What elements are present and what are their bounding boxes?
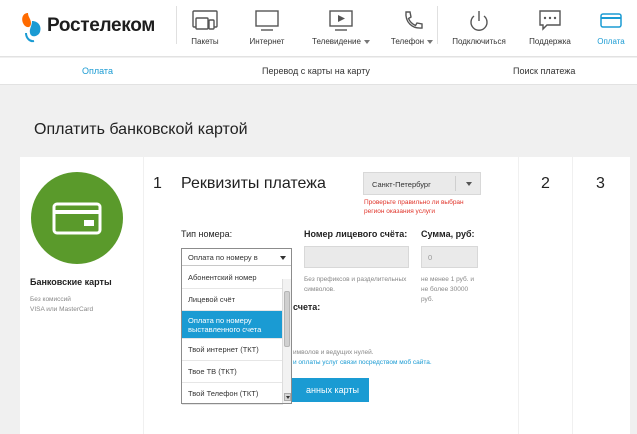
step3-panel: 3 bbox=[573, 157, 630, 434]
number-type-label: Тип номера: bbox=[181, 229, 233, 239]
header-divider bbox=[176, 6, 177, 44]
select-divider bbox=[455, 176, 456, 191]
step-number: 2 bbox=[541, 175, 550, 192]
scrollbar-thumb[interactable] bbox=[284, 291, 290, 347]
site-header: Ростелеком Пакеты Интернет Телевидение Т… bbox=[0, 0, 637, 57]
phone-icon bbox=[397, 0, 427, 34]
chat-icon bbox=[535, 0, 565, 34]
logo-text: Ростелеком bbox=[47, 15, 156, 36]
dropdown-current-value[interactable]: Оплата по номеру в bbox=[182, 249, 291, 266]
tv-icon bbox=[326, 0, 356, 34]
chevron-down-icon bbox=[280, 256, 286, 260]
dropdown-option[interactable]: Абонентский номер bbox=[182, 267, 283, 289]
dropdown-options: Абонентский номер Лицевой счёт Оплата по… bbox=[182, 267, 283, 405]
dropdown-option-selected[interactable]: Оплата по номеру выставленного счета bbox=[182, 311, 283, 339]
power-icon bbox=[464, 0, 494, 34]
nav-television[interactable]: Телевидение bbox=[310, 0, 372, 57]
step-number: 3 bbox=[596, 175, 605, 192]
nav-payment[interactable]: Оплата bbox=[593, 0, 629, 57]
bank-cards-subtitle: Без комиссий VISA или MasterCard bbox=[30, 296, 94, 313]
chevron-down-icon bbox=[427, 39, 434, 44]
nav-support[interactable]: Поддержка bbox=[525, 0, 575, 57]
partial-hint: имволов и ведущих нулей. bbox=[293, 349, 374, 356]
region-select[interactable]: Санкт-Петербург bbox=[363, 172, 481, 195]
bank-card-icon bbox=[31, 172, 123, 264]
sum-input[interactable]: 0 bbox=[421, 246, 478, 268]
sub-navigation: Оплата Перевод с карты на карту Поиск пл… bbox=[0, 58, 637, 85]
step-number: 1 bbox=[153, 175, 162, 192]
account-number-label: Номер лицевого счёта: bbox=[304, 229, 408, 239]
page-title: Оплатить банковской картой bbox=[34, 121, 248, 138]
nav-connect[interactable]: Подключиться bbox=[449, 0, 509, 57]
sum-hint: не менее 1 руб. и не более 30000 руб. bbox=[421, 276, 474, 303]
card-icon bbox=[596, 0, 626, 34]
step-title: Реквизиты платежа bbox=[181, 175, 326, 192]
step2-panel: 2 bbox=[519, 157, 572, 434]
bank-cards-title: Банковские карты bbox=[30, 277, 112, 287]
sum-label: Сумма, руб: bbox=[421, 229, 475, 239]
dropdown-option[interactable]: Твое ТВ (ТКТ) bbox=[182, 361, 283, 383]
chevron-down-icon bbox=[466, 182, 472, 186]
monitor-icon bbox=[252, 0, 282, 34]
account-hint: Без префиксов и разделительных символов. bbox=[304, 276, 407, 293]
payment-method-panel: Банковские карты Без комиссий VISA или M… bbox=[20, 157, 143, 434]
nav-internet[interactable]: Интернет bbox=[245, 0, 289, 57]
nav-packages[interactable]: Пакеты bbox=[186, 0, 224, 57]
dropdown-option[interactable]: Лицевой счёт bbox=[182, 289, 283, 311]
chevron-down-icon bbox=[363, 39, 370, 44]
subnav-payment-search[interactable]: Поиск платежа bbox=[513, 66, 575, 76]
header-divider bbox=[437, 6, 438, 44]
account-number-input[interactable] bbox=[304, 246, 409, 268]
region-warning: Проверьте правильно ли выбран регион ока… bbox=[364, 199, 464, 215]
scroll-down-icon[interactable] bbox=[284, 393, 291, 401]
number-type-dropdown[interactable]: Оплата по номеру в Абонентский номер Лиц… bbox=[181, 248, 292, 405]
subnav-payment[interactable]: Оплата bbox=[82, 66, 113, 76]
packages-icon bbox=[190, 0, 220, 34]
dropdown-option[interactable]: Твой интернет (ТКТ) bbox=[182, 339, 283, 361]
nav-phone[interactable]: Телефон bbox=[387, 0, 437, 57]
dropdown-option[interactable]: Твой Телефон (ТКТ) bbox=[182, 383, 283, 405]
partial-field-label: счета: bbox=[293, 302, 321, 312]
subnav-card-transfer[interactable]: Перевод с карты на карту bbox=[262, 66, 370, 76]
rostelecom-logo[interactable]: Ростелеком bbox=[20, 7, 155, 45]
dropdown-scrollbar[interactable] bbox=[282, 279, 291, 403]
mobile-site-link[interactable]: и оплаты услуг связи посредством моб сай… bbox=[293, 359, 432, 366]
logo-mark-icon bbox=[20, 7, 44, 45]
